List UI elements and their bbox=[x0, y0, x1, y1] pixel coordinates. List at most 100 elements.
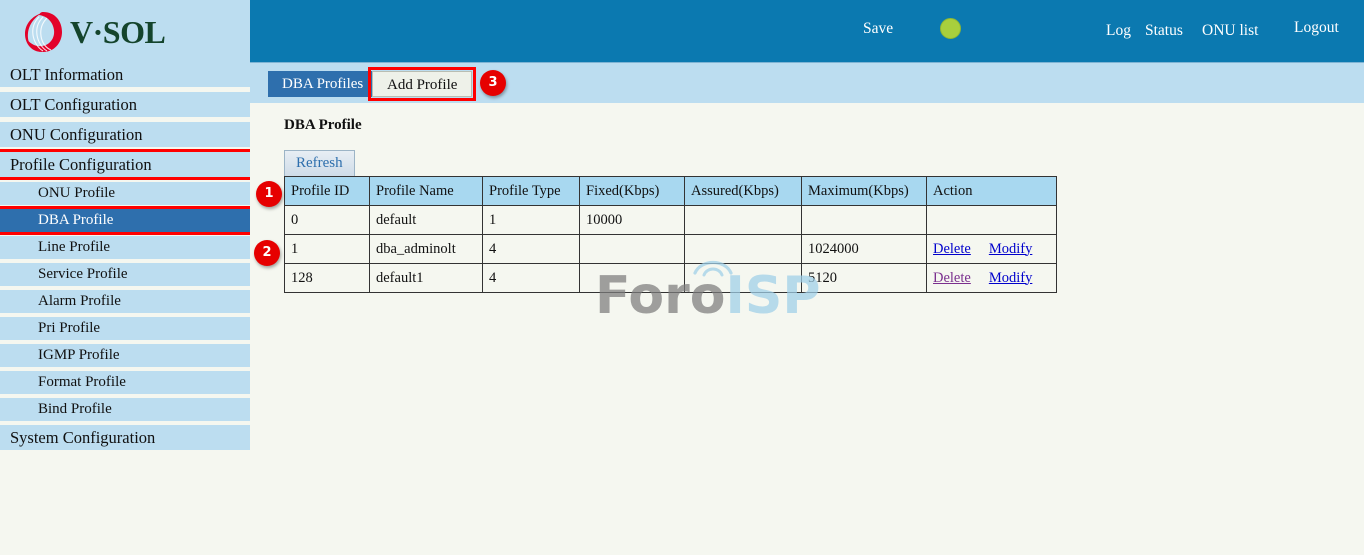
sidebar-item-label: OLT Information bbox=[10, 65, 123, 84]
table-cell-value: 5120 bbox=[808, 270, 837, 286]
table-cell-maximum-kbps bbox=[802, 206, 927, 235]
onu-list-link[interactable]: ONU list bbox=[1202, 22, 1258, 40]
modify-link[interactable]: Modify bbox=[989, 241, 1033, 257]
table-cell-value: 0 bbox=[291, 212, 298, 228]
table-column-header-label: Action bbox=[933, 183, 972, 199]
logout-link[interactable]: Logout bbox=[1294, 19, 1339, 37]
table-column-header: Profile ID bbox=[285, 177, 370, 206]
status-link[interactable]: Status bbox=[1145, 22, 1183, 40]
sidebar-item-dba-profile[interactable]: DBA Profile bbox=[0, 209, 250, 232]
table-cell-fixed-kbps bbox=[580, 235, 685, 264]
table-cell-value: default bbox=[376, 212, 416, 228]
sidebar-item-system-configuration[interactable]: System Configuration bbox=[0, 425, 250, 450]
sidebar-item-bind-profile[interactable]: Bind Profile bbox=[0, 398, 250, 421]
delete-link[interactable]: Delete bbox=[933, 270, 971, 286]
table-cell-profile-name: dba_adminolt bbox=[370, 235, 483, 264]
table-cell-value: 128 bbox=[291, 270, 313, 286]
table-header: Profile ID Profile Name Profile Type Fixed(… bbox=[285, 177, 1057, 206]
table-cell-profile-type: 4 bbox=[483, 264, 580, 293]
logo-panel: V·SOL bbox=[0, 0, 250, 62]
table-cell-profile-type: 1 bbox=[483, 206, 580, 235]
sidebar-item-olt-configuration[interactable]: OLT Configuration bbox=[0, 92, 250, 117]
dba-profile-table: Profile ID Profile Name Profile Type Fixed(… bbox=[284, 176, 1057, 293]
table-column-header: Fixed(Kbps) bbox=[580, 177, 685, 206]
sidebar-item-alarm-profile[interactable]: Alarm Profile bbox=[0, 290, 250, 313]
sidebar-item-onu-profile[interactable]: ONU Profile bbox=[0, 182, 250, 205]
modify-link[interactable]: Modify bbox=[989, 270, 1033, 286]
save-button[interactable]: Save bbox=[863, 20, 893, 38]
table-cell-assured-kbps bbox=[685, 206, 802, 235]
content-panel: DBA Profile Refresh Profile ID Profile Na… bbox=[250, 103, 1364, 293]
table-cell-maximum-kbps: 1024000 bbox=[802, 235, 927, 264]
sidebar-item-igmp-profile[interactable]: IGMP Profile bbox=[0, 344, 250, 367]
table-cell-action bbox=[927, 206, 1057, 235]
sidebar-nav: OLT Information OLT Configuration ONU Conf… bbox=[0, 62, 250, 555]
table-row: 1 dba_adminolt 4 1024000 Delete Modify bbox=[285, 235, 1057, 264]
table-cell-profile-id: 128 bbox=[285, 264, 370, 293]
status-indicator-dot bbox=[940, 18, 961, 39]
table-cell-profile-type: 4 bbox=[483, 235, 580, 264]
table-cell-value: 4 bbox=[489, 241, 496, 257]
table-cell-value: dba_adminolt bbox=[376, 241, 456, 257]
table-cell-value: 1024000 bbox=[808, 241, 859, 257]
table-cell-assured-kbps bbox=[685, 264, 802, 293]
table-cell-profile-id: 0 bbox=[285, 206, 370, 235]
brand-name: V·SOL bbox=[70, 16, 165, 48]
tab-strip: DBA Profiles Add Profile bbox=[250, 62, 1364, 103]
table-column-header-label: Profile ID bbox=[291, 183, 349, 199]
sidebar-item-label: Line Profile bbox=[38, 239, 110, 255]
table-column-header: Action bbox=[927, 177, 1057, 206]
table-cell-value: 4 bbox=[489, 270, 496, 286]
refresh-button[interactable]: Refresh bbox=[284, 150, 355, 176]
table-column-header-label: Fixed(Kbps) bbox=[586, 183, 659, 199]
sidebar-item-label: OLT Configuration bbox=[10, 95, 137, 114]
sidebar-item-format-profile[interactable]: Format Profile bbox=[0, 371, 250, 394]
sidebar-item-label: ONU Profile bbox=[38, 185, 115, 201]
table-cell-fixed-kbps: 10000 bbox=[580, 206, 685, 235]
table-column-header-label: Profile Type bbox=[489, 183, 561, 199]
sidebar-item-onu-configuration[interactable]: ONU Configuration bbox=[0, 122, 250, 147]
table-cell-action: Delete Modify bbox=[927, 235, 1057, 264]
table-cell-profile-name: default bbox=[370, 206, 483, 235]
sidebar-item-olt-information[interactable]: OLT Information bbox=[0, 62, 250, 87]
sidebar-item-service-profile[interactable]: Service Profile bbox=[0, 263, 250, 286]
table-column-header-label: Assured(Kbps) bbox=[691, 183, 779, 199]
table-cell-value: 1 bbox=[489, 212, 496, 228]
log-link[interactable]: Log bbox=[1106, 22, 1131, 40]
table-cell-maximum-kbps: 5120 bbox=[802, 264, 927, 293]
table-column-header: Profile Type bbox=[483, 177, 580, 206]
brand-logo[interactable]: V·SOL bbox=[22, 10, 165, 54]
tab-dba-profiles[interactable]: DBA Profiles bbox=[268, 71, 377, 97]
header-bar: Save Log Status ONU list Logout bbox=[250, 0, 1364, 62]
table-cell-profile-name: default1 bbox=[370, 264, 483, 293]
page-title: DBA Profile bbox=[284, 117, 1364, 134]
sidebar-item-pri-profile[interactable]: Pri Profile bbox=[0, 317, 250, 340]
body-area: OLT Information OLT Configuration ONU Conf… bbox=[0, 62, 1364, 555]
sidebar-item-label: ONU Configuration bbox=[10, 125, 142, 144]
table-column-header: Assured(Kbps) bbox=[685, 177, 802, 206]
sidebar-item-line-profile[interactable]: Line Profile bbox=[0, 236, 250, 259]
table-body: 0default1100001dba_adminolt41024000Delet… bbox=[285, 206, 1057, 293]
vsol-flame-logo-icon bbox=[22, 10, 64, 54]
sidebar-item-label: DBA Profile bbox=[38, 212, 113, 228]
table-header-row: Profile ID Profile Name Profile Type Fixed(… bbox=[285, 177, 1057, 206]
annotation-badge-2: 2 bbox=[254, 240, 280, 266]
table-cell-value: 10000 bbox=[586, 212, 622, 228]
sidebar-item-label: Alarm Profile bbox=[38, 293, 121, 309]
table-row: 128 default1 4 5120 Delete Modify bbox=[285, 264, 1057, 293]
table-cell-fixed-kbps bbox=[580, 264, 685, 293]
delete-link[interactable]: Delete bbox=[933, 241, 971, 257]
sidebar-item-label: Service Profile bbox=[38, 266, 128, 282]
table-column-header: Profile Name bbox=[370, 177, 483, 206]
table-column-header-label: Profile Name bbox=[376, 183, 454, 199]
table-cell-assured-kbps bbox=[685, 235, 802, 264]
annotation-badge-1: 1 bbox=[256, 181, 282, 207]
table-cell-profile-id: 1 bbox=[285, 235, 370, 264]
tab-add-profile[interactable]: Add Profile bbox=[372, 71, 472, 97]
table-cell-value: 1 bbox=[291, 241, 298, 257]
sidebar-item-profile-configuration[interactable]: Profile Configuration bbox=[0, 152, 250, 177]
table-row: 0 default 1 10000 bbox=[285, 206, 1057, 235]
table-cell-action: Delete Modify bbox=[927, 264, 1057, 293]
sidebar-item-label: System Configuration bbox=[10, 428, 155, 447]
table-column-header-label: Maximum(Kbps) bbox=[808, 183, 909, 199]
